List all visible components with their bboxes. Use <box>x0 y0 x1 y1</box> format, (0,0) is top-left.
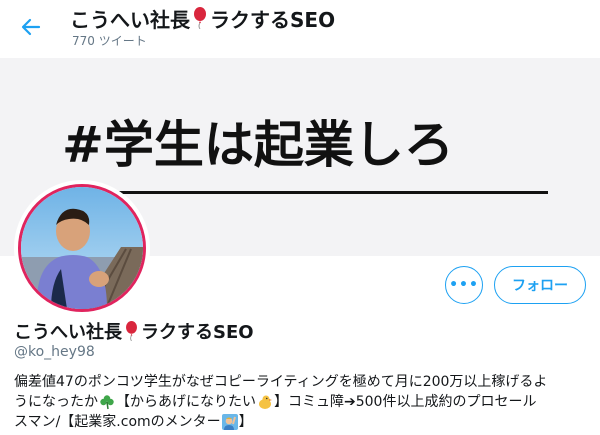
header-name-part2: ラクするSEO <box>210 7 336 32</box>
bio-text: 】コミュ障➔500件以上成約のプロセール <box>274 394 537 410</box>
more-options-button[interactable]: ••• <box>445 266 483 304</box>
header-title: こうへい社長 ラクするSEO <box>70 5 336 32</box>
profile-name-part1: こうへい社長 <box>14 322 122 343</box>
bio-line: うになったか 【からあげになりたい 】コミュ障➔500件以上成約のプロセール <box>14 392 589 412</box>
bio-text: 偏差値47のポンコツ学生がなぜコピーライティングを極めて月に200万以上稼げるよ <box>14 374 548 390</box>
bio-line: 偏差値47のポンコツ学生がなぜコピーライティングを極めて月に200万以上稼げるよ <box>14 372 589 392</box>
arrow-left-icon <box>21 18 41 36</box>
chick-icon <box>257 394 273 410</box>
profile-name: こうへい社長 ラクするSEO <box>14 318 254 344</box>
tweet-count: 770 ツイート <box>72 34 147 48</box>
bio-line: スマン/【起業家.comのメンター 】 <box>14 412 589 432</box>
red-balloon-icon <box>125 321 138 341</box>
banner-text: #学生は起業しろ <box>62 116 454 174</box>
profile-header: こうへい社長 ラクするSEO 770 ツイート <box>0 0 600 58</box>
follow-button[interactable]: フォロー <box>494 266 586 304</box>
bio-text: うになったか <box>14 394 98 410</box>
avatar-photo <box>18 184 146 312</box>
bio-text: スマン/【起業家.comのメンター <box>14 414 221 430</box>
profile-name-part2: ラクするSEO <box>141 322 254 343</box>
bio-text: 】 <box>238 414 253 430</box>
person-raising-hand-icon <box>221 414 238 430</box>
shamrock-icon <box>99 394 115 410</box>
profile-handle: @ko_hey98 <box>14 344 95 360</box>
bio-text: 【からあげになりたい <box>116 394 256 410</box>
avatar[interactable] <box>14 180 150 316</box>
banner-underline <box>68 191 548 194</box>
red-balloon-icon <box>193 7 207 29</box>
profile-bio: 偏差値47のポンコツ学生がなぜコピーライティングを極めて月に200万以上稼げるよ… <box>14 372 589 432</box>
back-button[interactable] <box>18 14 44 40</box>
header-name-part1: こうへい社長 <box>70 7 190 32</box>
